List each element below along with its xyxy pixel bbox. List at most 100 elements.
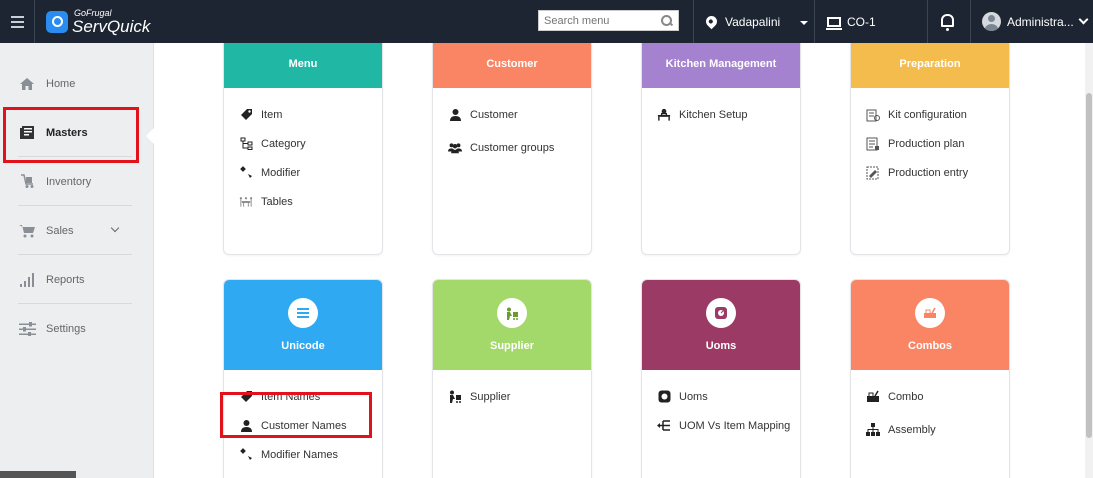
card-item-label: UOM Vs Item Mapping xyxy=(679,419,791,432)
logo-icon xyxy=(46,10,68,33)
sitemap-icon xyxy=(239,137,253,151)
card-title: Menu xyxy=(288,58,318,70)
sidebar-item-home[interactable]: Home xyxy=(18,60,132,108)
combo-icon xyxy=(866,390,880,404)
mapping-icon xyxy=(657,419,671,433)
card-header[interactable]: Uoms xyxy=(642,280,800,370)
card-item-label: Production entry xyxy=(888,166,969,179)
card-title: Supplier xyxy=(489,340,534,352)
card-item-tables[interactable]: Tables xyxy=(239,187,382,216)
scale-icon xyxy=(706,298,736,328)
brand-name: ServQuick xyxy=(72,16,151,36)
card-item-label: Item xyxy=(261,108,283,121)
card-title: Kitchen Management xyxy=(665,58,777,70)
brush-icon xyxy=(239,166,253,180)
card-title: Preparation xyxy=(899,58,961,70)
card-item-label: Kit configuration xyxy=(888,108,967,121)
location-pin-icon xyxy=(703,13,720,30)
card-item-label: Customer groups xyxy=(470,141,555,154)
card-item-label: Kitchen Setup xyxy=(679,108,748,121)
vertical-scrollbar[interactable] xyxy=(1085,43,1093,478)
card-preparation: Preparation Kit configuration Production… xyxy=(850,43,1010,255)
sidebar-item-settings[interactable]: Settings xyxy=(18,305,132,353)
chevron-down-icon xyxy=(1078,14,1089,25)
card-item-item[interactable]: Item xyxy=(239,100,382,129)
card-title: Combos xyxy=(908,340,952,352)
card-item-customer[interactable]: Customer xyxy=(448,100,591,129)
sidebar-footer-bar xyxy=(0,471,76,478)
computer-icon xyxy=(826,16,842,30)
sidebar-item-label: Reports xyxy=(46,273,85,286)
card-item-combo[interactable]: Combo xyxy=(866,382,1009,411)
sliders-icon xyxy=(18,322,36,336)
card-unicode: Unicode Item Names Customer Names Modifi… xyxy=(223,279,383,478)
highlight-box-masters xyxy=(3,107,139,163)
hierarchy-icon xyxy=(866,423,880,437)
search-icon[interactable] xyxy=(661,14,673,27)
entry-icon xyxy=(866,166,880,180)
card-kitchen-management: Kitchen Management Kitchen Setup xyxy=(641,43,801,255)
user-menu[interactable]: Administra... xyxy=(982,0,1089,43)
card-item-label: Uoms xyxy=(679,390,708,403)
card-item-label: Modifier xyxy=(261,166,301,179)
avatar xyxy=(982,12,1001,31)
card-header[interactable]: Kitchen Management xyxy=(642,43,800,88)
tag-icon xyxy=(239,108,253,122)
card-menu: Menu Item Category Modifier Tables xyxy=(223,43,383,255)
card-item-kit-configuration[interactable]: Kit configuration xyxy=(866,100,1009,129)
supplier-icon xyxy=(448,390,462,404)
card-uoms: Uoms Uoms UOM Vs Item Mapping xyxy=(641,279,801,478)
card-header[interactable]: Customer xyxy=(433,43,591,88)
card-item-modifier[interactable]: Modifier xyxy=(239,158,382,187)
sidebar-item-label: Sales xyxy=(46,224,74,237)
tables-icon xyxy=(239,195,253,209)
card-item-assembly[interactable]: Assembly xyxy=(866,415,1009,444)
plan-icon xyxy=(866,137,880,151)
hamburger-menu-icon[interactable] xyxy=(0,0,35,43)
combo-icon xyxy=(915,298,945,328)
location-label: Vadapalini xyxy=(725,14,781,29)
card-item-customer-groups[interactable]: Customer groups xyxy=(448,133,591,162)
caret-down-icon xyxy=(800,21,809,25)
bell-icon[interactable] xyxy=(941,14,954,31)
card-item-label: Production plan xyxy=(888,137,965,150)
card-item-label: Modifier Names xyxy=(261,448,339,461)
home-icon xyxy=(18,77,36,91)
search-box[interactable] xyxy=(538,10,679,31)
card-header[interactable]: Menu xyxy=(224,43,382,88)
card-header[interactable]: Unicode xyxy=(224,280,382,370)
sidebar-item-sales[interactable]: Sales xyxy=(18,207,132,255)
card-header[interactable]: Combos xyxy=(851,280,1009,370)
location-selector[interactable]: Vadapalini xyxy=(703,0,809,43)
card-item-modifier-names[interactable]: Modifier Names xyxy=(239,440,382,469)
user-icon xyxy=(448,108,462,122)
company-selector[interactable]: CO-1 xyxy=(826,0,876,43)
chef-icon xyxy=(657,108,671,122)
brush-icon xyxy=(239,448,253,462)
sidebar-item-label: Home xyxy=(46,77,76,90)
card-header[interactable]: Preparation xyxy=(851,43,1009,88)
card-item-category[interactable]: Category xyxy=(239,129,382,158)
card-item-production-entry[interactable]: Production entry xyxy=(866,158,1009,187)
supplier-icon xyxy=(497,298,527,328)
inventory-icon xyxy=(18,174,36,189)
bar-chart-icon xyxy=(18,272,36,287)
card-item-supplier[interactable]: Supplier xyxy=(448,382,591,411)
brand-logo[interactable]: GoFrugal ServQuick xyxy=(46,8,151,36)
list-icon xyxy=(288,298,318,328)
sidebar-item-inventory[interactable]: Inventory xyxy=(18,158,132,206)
card-title: Unicode xyxy=(281,340,325,352)
cart-icon xyxy=(18,224,36,238)
card-item-label: Combo xyxy=(888,390,924,403)
card-item-production-plan[interactable]: Production plan xyxy=(866,129,1009,158)
search-input[interactable] xyxy=(539,14,657,27)
card-item-label: Supplier xyxy=(470,390,511,403)
kit-icon xyxy=(866,108,880,122)
card-item-uoms[interactable]: Uoms xyxy=(657,382,800,411)
sidebar-item-reports[interactable]: Reports xyxy=(18,256,132,304)
card-item-kitchen-setup[interactable]: Kitchen Setup xyxy=(657,100,800,129)
company-label: CO-1 xyxy=(847,14,876,29)
scrollbar-thumb[interactable] xyxy=(1086,93,1092,438)
card-item-uom-vs-item-mapping[interactable]: UOM Vs Item Mapping xyxy=(657,411,800,440)
card-header[interactable]: Supplier xyxy=(433,280,591,370)
